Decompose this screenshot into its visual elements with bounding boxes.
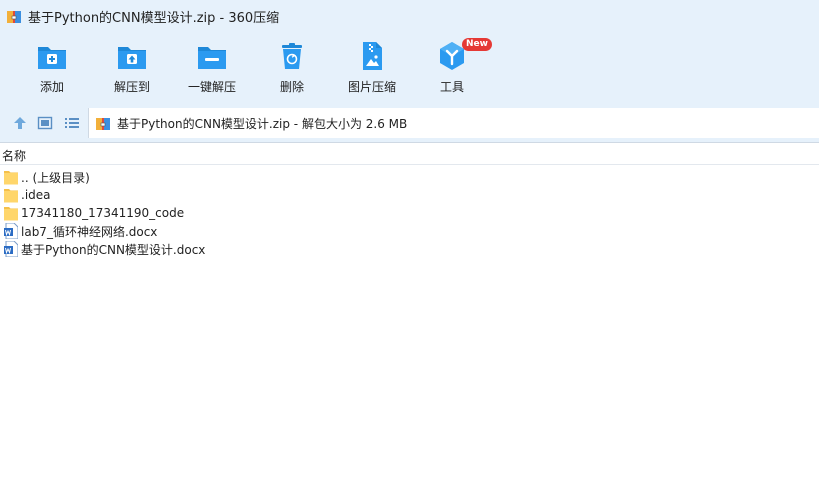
toolbar: 添加 解压到 一键解压 删除 图片压缩 New 工具 — [0, 32, 819, 104]
extract-to-button[interactable]: 解压到 — [92, 40, 172, 100]
image-compress-icon — [363, 42, 382, 70]
image-compress-label: 图片压缩 — [347, 80, 396, 94]
window-title: 基于Python的CNN模型设计.zip - 360压缩 — [28, 10, 280, 26]
file-name: 基于Python的CNN模型设计.docx — [21, 242, 206, 257]
view-mode-icon[interactable] — [37, 115, 53, 131]
list-item[interactable]: .. (上级目录) — [0, 168, 819, 186]
list-view-icon[interactable] — [64, 115, 80, 131]
add-icon — [38, 47, 66, 69]
file-name: .idea — [21, 188, 51, 202]
up-arrow-icon[interactable] — [12, 115, 28, 131]
add-button[interactable]: 添加 — [12, 40, 92, 100]
extract-to-label: 解压到 — [113, 80, 150, 94]
tools-label: 工具 — [439, 80, 464, 94]
delete-label: 删除 — [279, 80, 304, 94]
navigation-bar: 基于Python的CNN模型设计.zip - 解包大小为 2.6 MB — [0, 104, 819, 143]
folder-icon — [4, 207, 18, 221]
column-header: 名称 — [0, 143, 819, 165]
new-badge: New — [462, 38, 492, 51]
one-click-extract-icon — [198, 47, 226, 69]
file-name: 17341180_17341190_code — [21, 206, 185, 220]
tools-button[interactable]: New 工具 — [412, 38, 492, 100]
column-name-header[interactable]: 名称 — [2, 147, 26, 164]
list-item[interactable]: 17341180_17341190_code — [0, 204, 819, 222]
archive-icon — [96, 118, 110, 130]
archive-icon — [7, 11, 21, 23]
list-item[interactable]: lab7_循环神经网络.docx — [0, 222, 819, 240]
file-name: lab7_循环神经网络.docx — [21, 224, 158, 239]
address-bar[interactable]: 基于Python的CNN模型设计.zip - 解包大小为 2.6 MB — [88, 108, 819, 138]
title-bar: 基于Python的CNN模型设计.zip - 360压缩 — [0, 0, 819, 32]
folder-icon — [4, 171, 18, 185]
file-name: .. (上级目录) — [21, 170, 90, 185]
delete-icon — [282, 43, 302, 69]
image-compress-button[interactable]: 图片压缩 — [332, 40, 412, 100]
list-item[interactable]: .idea — [0, 186, 819, 204]
list-item[interactable]: 基于Python的CNN模型设计.docx — [0, 240, 819, 258]
word-document-icon — [4, 241, 18, 257]
delete-button[interactable]: 删除 — [252, 40, 332, 100]
file-list: .. (上级目录) .idea 17341180_17341190_code l… — [0, 168, 819, 258]
path-text: 基于Python的CNN模型设计.zip - 解包大小为 2.6 MB — [117, 116, 408, 131]
one-click-extract-label: 一键解压 — [187, 80, 236, 94]
one-click-extract-button[interactable]: 一键解压 — [172, 40, 252, 100]
add-label: 添加 — [39, 80, 64, 94]
word-document-icon — [4, 223, 18, 239]
extract-to-icon — [118, 47, 146, 69]
folder-icon — [4, 189, 18, 203]
